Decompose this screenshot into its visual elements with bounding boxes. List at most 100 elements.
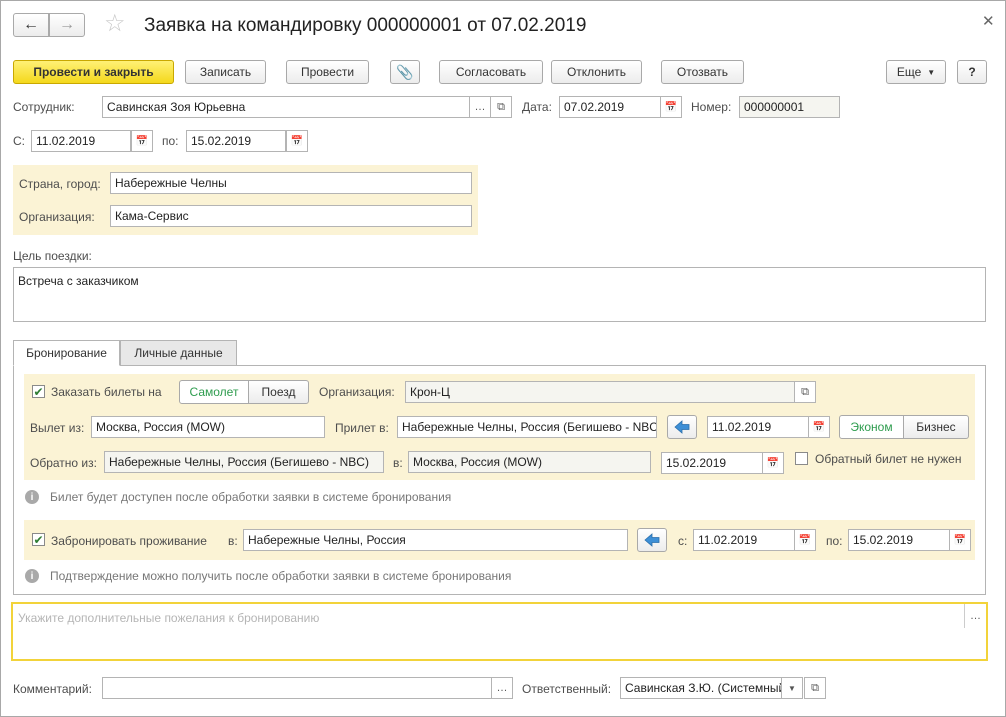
hotel-to-label: по: xyxy=(826,534,843,548)
hotel-checkbox[interactable]: ✔ xyxy=(32,533,45,546)
period-to-calendar-icon[interactable]: 📅 xyxy=(286,130,308,152)
return-date-value: 15.02.2019 xyxy=(666,456,727,470)
revoke-button[interactable]: Отозвать xyxy=(661,60,744,84)
class-business-button[interactable]: Бизнес xyxy=(903,415,969,439)
return-date-calendar-icon[interactable]: 📅 xyxy=(762,452,784,474)
info-icon: i xyxy=(25,569,39,583)
return-label: Обратно из: xyxy=(30,456,97,470)
favorite-star-icon[interactable]: ☆ xyxy=(104,11,126,37)
return-to-value: Москва, Россия (MOW) xyxy=(413,455,542,469)
depart-field[interactable]: Москва, Россия (MOW) xyxy=(91,416,325,438)
return-to-field[interactable]: Москва, Россия (MOW) xyxy=(408,451,651,473)
return-from-field[interactable]: Набережные Челны, Россия (Бегишево - NBC… xyxy=(104,451,384,473)
depart-date-value: 11.02.2019 xyxy=(712,420,772,434)
carrier-org-value: Крон-Ц xyxy=(410,385,450,399)
number-label: Номер: xyxy=(691,100,732,114)
wishes-placeholder: Укажите дополнительные пожелания к брони… xyxy=(18,611,320,625)
arrow-right-icon: → xyxy=(59,16,75,33)
hotel-swap-button[interactable] xyxy=(637,528,667,552)
hotel-from-value: 11.02.2019 xyxy=(698,533,758,547)
comment-label: Комментарий: xyxy=(13,682,92,696)
more-button[interactable]: Еще ▼ xyxy=(886,60,946,84)
depart-label: Вылет из: xyxy=(30,421,85,435)
transport-train-button[interactable]: Поезд xyxy=(248,380,309,404)
employee-open-icon[interactable]: ⧉ xyxy=(490,96,512,118)
responsible-open-icon[interactable]: ⧉ xyxy=(804,677,826,699)
responsible-dropdown-icon[interactable]: ▼ xyxy=(781,677,803,699)
swap-direction-button[interactable] xyxy=(667,415,697,439)
arrive-value: Набережные Челны, Россия (Бегишево - NBC… xyxy=(402,420,657,434)
tab-booking[interactable]: Бронирование xyxy=(13,340,120,366)
period-from-value: 11.02.2019 xyxy=(36,134,96,148)
hotel-in-label: в: xyxy=(228,534,238,548)
period-from-field[interactable]: 11.02.2019 xyxy=(31,130,131,152)
hotel-city-field[interactable]: Набережные Челны, Россия xyxy=(243,529,628,551)
wishes-textarea[interactable]: Укажите дополнительные пожелания к брони… xyxy=(11,602,988,661)
return-date-field[interactable]: 15.02.2019 xyxy=(661,452,763,474)
employee-field[interactable]: Савинская Зоя Юрьевна xyxy=(102,96,470,118)
hotel-label: Забронировать проживание xyxy=(51,534,207,548)
depart-date-field[interactable]: 11.02.2019 xyxy=(707,416,809,438)
post-and-close-button[interactable]: Провести и закрыть xyxy=(13,60,174,84)
tab-personal-data[interactable]: Личные данные xyxy=(120,340,237,366)
post-button[interactable]: Провести xyxy=(286,60,369,84)
hotel-city-value: Набережные Челны, Россия xyxy=(248,533,406,547)
page-title: Заявка на командировку 000000001 от 07.0… xyxy=(144,15,587,36)
paperclip-icon: 📎 xyxy=(396,63,414,80)
purpose-label: Цель поездки: xyxy=(13,249,92,263)
purpose-textarea[interactable]: Встреча с заказчиком xyxy=(13,267,986,322)
approve-button[interactable]: Согласовать xyxy=(439,60,543,84)
order-tickets-label: Заказать билеты на xyxy=(51,385,162,399)
employee-value: Савинская Зоя Юрьевна xyxy=(107,100,246,114)
attach-button[interactable]: 📎 xyxy=(390,60,420,84)
info-icon: i xyxy=(25,490,39,504)
return-from-value: Набережные Челны, Россия (Бегишево - NBC… xyxy=(109,455,369,469)
help-button[interactable]: ? xyxy=(957,60,987,84)
hotel-from-field[interactable]: 11.02.2019 xyxy=(693,529,795,551)
period-from-calendar-icon[interactable]: 📅 xyxy=(131,130,153,152)
number-field[interactable]: 000000001 xyxy=(739,96,840,118)
hotel-from-calendar-icon[interactable]: 📅 xyxy=(794,529,816,551)
date-label: Дата: xyxy=(522,100,552,114)
wishes-edit-button[interactable]: … xyxy=(964,604,986,628)
date-field[interactable]: 07.02.2019 xyxy=(559,96,661,118)
date-calendar-icon[interactable]: 📅 xyxy=(660,96,682,118)
period-to-field[interactable]: 15.02.2019 xyxy=(186,130,286,152)
chevron-down-icon: ▼ xyxy=(927,67,936,77)
close-icon[interactable]: ✕ xyxy=(982,12,995,30)
hotel-info-text: Подтверждение можно получить после обраб… xyxy=(50,569,512,583)
employee-select-button[interactable]: … xyxy=(469,96,491,118)
organization-field[interactable]: Кама-Сервис xyxy=(110,205,472,227)
save-button[interactable]: Записать xyxy=(185,60,266,84)
city-value: Набережные Челны xyxy=(115,176,227,190)
comment-edit-button[interactable]: … xyxy=(491,677,513,699)
order-tickets-checkbox[interactable]: ✔ xyxy=(32,385,45,398)
no-return-checkbox[interactable] xyxy=(795,452,808,465)
depart-value: Москва, Россия (MOW) xyxy=(96,420,225,434)
responsible-field[interactable]: Савинская З.Ю. (Системный администратор) xyxy=(620,677,782,699)
city-field[interactable]: Набережные Челны xyxy=(110,172,472,194)
forward-button[interactable]: → xyxy=(49,13,85,37)
responsible-label: Ответственный: xyxy=(522,682,612,696)
period-to-label: по: xyxy=(162,134,179,148)
back-button[interactable]: ← xyxy=(13,13,49,37)
more-label: Еще xyxy=(896,65,922,79)
period-from-label: С: xyxy=(13,134,25,148)
date-value: 07.02.2019 xyxy=(564,100,625,114)
hotel-to-field[interactable]: 15.02.2019 xyxy=(848,529,950,551)
no-return-label: Обратный билет не нужен xyxy=(815,452,962,466)
organization-value: Кама-Сервис xyxy=(115,209,189,223)
number-value: 000000001 xyxy=(744,100,805,114)
carrier-org-open-icon[interactable]: ⧉ xyxy=(794,381,816,403)
depart-date-calendar-icon[interactable]: 📅 xyxy=(808,416,830,438)
reject-button[interactable]: Отклонить xyxy=(551,60,642,84)
carrier-org-field[interactable]: Крон-Ц xyxy=(405,381,795,403)
hotel-to-calendar-icon[interactable]: 📅 xyxy=(949,529,971,551)
arrive-field[interactable]: Набережные Челны, Россия (Бегишево - NBC… xyxy=(397,416,657,438)
responsible-value: Савинская З.Ю. (Системный администратор) xyxy=(625,681,782,695)
arrive-label: Прилет в: xyxy=(335,421,389,435)
transport-plane-button[interactable]: Самолет xyxy=(179,380,249,404)
class-economy-button[interactable]: Эконом xyxy=(839,415,904,439)
purpose-value: Встреча с заказчиком xyxy=(18,274,139,288)
comment-field[interactable] xyxy=(102,677,492,699)
